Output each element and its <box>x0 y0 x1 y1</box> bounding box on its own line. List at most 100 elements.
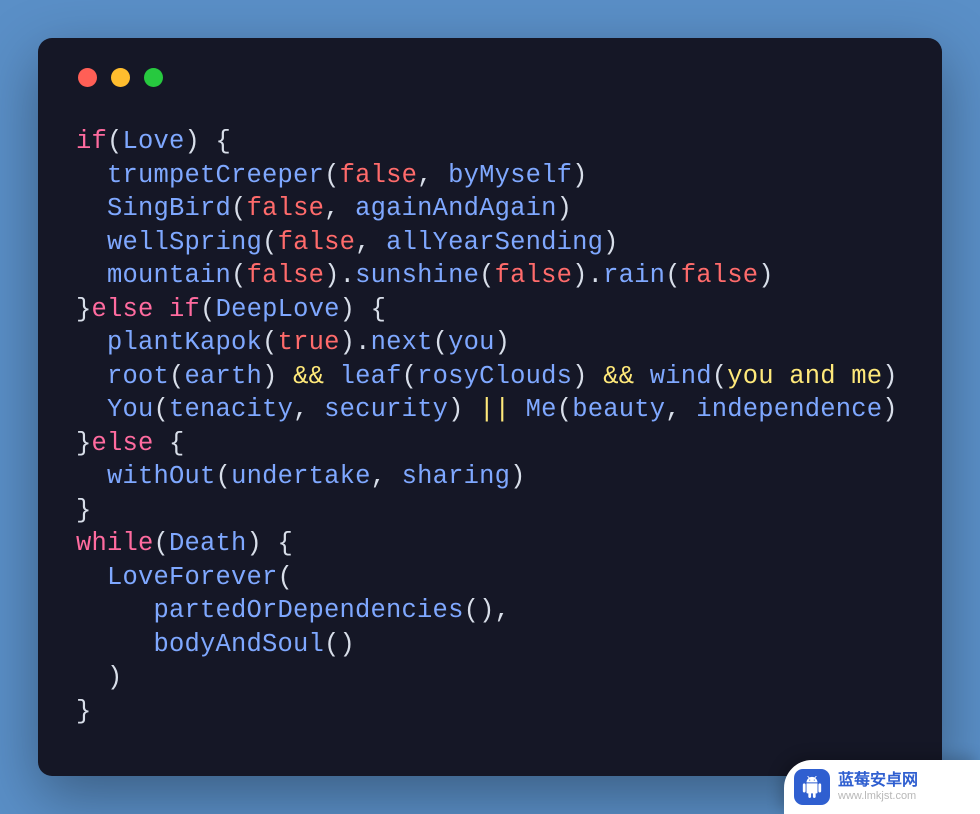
code-token: allYearSending <box>386 228 603 257</box>
code-token: (), <box>464 596 511 625</box>
code-token: rosyClouds <box>417 362 572 391</box>
code-token <box>76 328 107 357</box>
code-token: ) { <box>185 127 232 156</box>
code-token: ) <box>495 328 511 357</box>
android-icon <box>794 769 830 805</box>
close-icon[interactable] <box>78 68 97 87</box>
code-token: if <box>76 127 107 156</box>
code-token: next <box>371 328 433 357</box>
code-token: , <box>417 161 448 190</box>
code-token: ) <box>262 362 293 391</box>
code-token: mountain <box>107 261 231 290</box>
code-token: wind <box>650 362 712 391</box>
code-token: , <box>355 228 386 257</box>
code-token <box>76 161 107 190</box>
code-token <box>76 596 154 625</box>
badge-text: 蓝莓安卓网 www.lmkjst.com <box>838 772 918 802</box>
code-token <box>76 563 107 592</box>
code-token: ). <box>572 261 603 290</box>
code-token: security <box>324 395 448 424</box>
maximize-icon[interactable] <box>144 68 163 87</box>
code-token: sunshine <box>355 261 479 290</box>
code-token: ( <box>154 395 170 424</box>
code-token: Death <box>169 529 247 558</box>
code-token: false <box>340 161 418 190</box>
code-token: ) <box>76 663 123 692</box>
code-token: Me <box>526 395 557 424</box>
code-token: ). <box>324 261 355 290</box>
badge-url: www.lmkjst.com <box>838 790 918 802</box>
code-token: } <box>76 429 92 458</box>
code-token: bodyAndSoul <box>154 630 325 659</box>
code-token: root <box>107 362 169 391</box>
code-token: false <box>247 194 325 223</box>
code-token <box>76 462 107 491</box>
code-token: false <box>681 261 759 290</box>
code-token: ( <box>278 563 294 592</box>
code-token: trumpetCreeper <box>107 161 324 190</box>
code-token: else if <box>92 295 201 324</box>
code-token: ( <box>154 529 170 558</box>
code-token: byMyself <box>448 161 572 190</box>
code-token: ) <box>510 462 526 491</box>
code-token: ( <box>169 362 185 391</box>
code-token: , <box>665 395 696 424</box>
badge-title: 蓝莓安卓网 <box>838 772 918 790</box>
code-token <box>76 261 107 290</box>
code-token: { <box>154 429 185 458</box>
code-token: && <box>603 362 634 391</box>
code-token: ( <box>324 161 340 190</box>
code-token: tenacity <box>169 395 293 424</box>
code-block: if(Love) { trumpetCreeper(false, byMysel… <box>76 125 904 728</box>
code-token: ( <box>262 228 278 257</box>
code-token: } <box>76 697 92 726</box>
code-token: sharing <box>402 462 511 491</box>
code-token: false <box>495 261 573 290</box>
code-token: partedOrDependencies <box>154 596 464 625</box>
code-token: ) <box>882 362 898 391</box>
code-token: } <box>76 496 92 525</box>
code-token: () <box>324 630 355 659</box>
code-token: ) <box>572 362 603 391</box>
code-token: ( <box>479 261 495 290</box>
code-token: ( <box>262 328 278 357</box>
code-token: wellSpring <box>107 228 262 257</box>
code-token: DeepLove <box>216 295 340 324</box>
code-token: false <box>247 261 325 290</box>
code-token: ) <box>758 261 774 290</box>
watermark-badge[interactable]: 蓝莓安卓网 www.lmkjst.com <box>784 760 980 814</box>
code-token <box>76 630 154 659</box>
code-token <box>510 395 526 424</box>
code-token: LoveForever <box>107 563 278 592</box>
code-token: you <box>448 328 495 357</box>
traffic-lights <box>78 68 904 87</box>
code-token: , <box>324 194 355 223</box>
code-token: , <box>371 462 402 491</box>
code-token: plantKapok <box>107 328 262 357</box>
code-token: leaf <box>340 362 402 391</box>
code-token: ( <box>665 261 681 290</box>
code-token: againAndAgain <box>355 194 557 223</box>
code-token: || <box>479 395 510 424</box>
code-token <box>324 362 340 391</box>
code-token: else <box>92 429 154 458</box>
code-token: ) <box>448 395 479 424</box>
code-token <box>76 362 107 391</box>
code-token: ). <box>340 328 371 357</box>
code-token: rain <box>603 261 665 290</box>
code-token: } <box>76 295 92 324</box>
code-token: ( <box>433 328 449 357</box>
minimize-icon[interactable] <box>111 68 130 87</box>
code-token: ( <box>107 127 123 156</box>
code-token: beauty <box>572 395 665 424</box>
code-token: withOut <box>107 462 216 491</box>
code-token: while <box>76 529 154 558</box>
code-token: ( <box>231 194 247 223</box>
code-token: Love <box>123 127 185 156</box>
code-token: false <box>278 228 356 257</box>
code-token: ( <box>557 395 573 424</box>
code-token: ( <box>200 295 216 324</box>
code-token: independence <box>696 395 882 424</box>
code-token: ( <box>231 261 247 290</box>
code-token: , <box>293 395 324 424</box>
